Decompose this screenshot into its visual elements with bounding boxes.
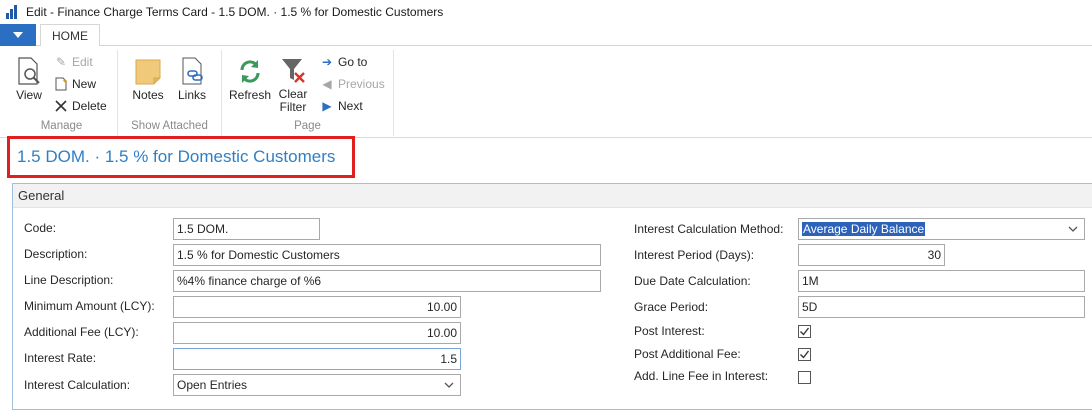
delete-button[interactable]: Delete <box>54 96 107 116</box>
ribbon: View ✎ Edit ✦ New Delete Manage Notes Li… <box>0 46 1092 138</box>
ribbon-tabstrip: HOME <box>0 24 1092 47</box>
window-titlebar: Edit - Finance Charge Terms Card - 1.5 D… <box>0 0 1092 24</box>
post-additional-fee-checkbox[interactable] <box>798 348 811 361</box>
additional-fee-label: Additional Fee (LCY): <box>24 325 139 339</box>
minimum-amount-field[interactable]: 10.00 <box>173 296 461 318</box>
interest-period-field[interactable]: 30 <box>798 244 945 266</box>
line-description-field[interactable]: %4% finance charge of %6 <box>173 270 601 292</box>
refresh-button[interactable]: Refresh <box>228 56 272 102</box>
group-label-manage: Manage <box>40 120 83 132</box>
next-button[interactable]: ▶ Next <box>320 96 363 116</box>
view-icon <box>15 56 43 86</box>
ribbon-group-page: Refresh Clear Filter ➔ Go to ◀ Previous … <box>222 50 394 136</box>
previous-button[interactable]: ◀ Previous <box>320 74 385 94</box>
pencil-icon: ✎ <box>55 55 67 69</box>
link-icon <box>178 56 206 86</box>
window-title: Edit - Finance Charge Terms Card - 1.5 D… <box>26 5 444 19</box>
close-icon <box>54 99 68 113</box>
page-title-box: 1.5 DOM. · 1.5 % for Domestic Customers <box>7 136 355 178</box>
interest-calc-method-value: Average Daily Balance <box>802 222 926 236</box>
links-label: Links <box>177 88 206 102</box>
code-label: Code: <box>24 221 57 235</box>
add-line-fee-checkbox[interactable] <box>798 371 811 384</box>
ribbon-group-manage: View ✎ Edit ✦ New Delete Manage <box>6 50 118 136</box>
line-description-label: Line Description: <box>24 273 114 287</box>
new-label: New <box>72 77 97 91</box>
grace-period-label: Grace Period: <box>634 300 709 314</box>
interest-rate-label: Interest Rate: <box>24 351 97 365</box>
edit-label: Edit <box>72 55 93 69</box>
new-document-icon: ✦ <box>54 77 68 91</box>
description-label: Description: <box>24 247 88 261</box>
page-title: 1.5 DOM. · 1.5 % for Domestic Customers <box>17 147 336 166</box>
tab-home[interactable]: HOME <box>40 24 100 47</box>
description-field[interactable]: 1.5 % for Domestic Customers <box>173 244 601 266</box>
due-date-calc-label: Due Date Calculation: <box>634 274 751 288</box>
refresh-icon <box>236 56 264 86</box>
general-fasttab-header[interactable]: General <box>13 184 1092 208</box>
add-line-fee-label: Add. Line Fee in Interest: <box>634 369 769 383</box>
group-label-show-attached: Show Attached <box>131 120 208 132</box>
post-interest-label: Post Interest: <box>634 324 705 338</box>
notes-label: Notes <box>132 88 164 102</box>
ribbon-group-show-attached: Notes Links Show Attached <box>118 50 222 136</box>
minimum-amount-label: Minimum Amount (LCY): <box>24 299 155 313</box>
checkmark-icon <box>800 327 810 336</box>
previous-label: Previous <box>338 77 385 91</box>
clear-filter-label-line2: Filter <box>279 100 307 114</box>
interest-rate-field[interactable]: 1.5 <box>173 348 461 370</box>
interest-period-label: Interest Period (Days): <box>634 248 755 262</box>
post-additional-fee-label: Post Additional Fee: <box>634 347 741 361</box>
interest-calculation-value: Open Entries <box>177 378 248 392</box>
links-button[interactable]: Links <box>174 56 210 102</box>
triangle-right-icon: ▶ <box>322 99 332 113</box>
edit-button[interactable]: ✎ Edit <box>54 52 93 72</box>
view-label: View <box>16 88 42 102</box>
delete-label: Delete <box>72 99 107 113</box>
notes-icon <box>134 56 162 86</box>
due-date-calc-field[interactable]: 1M <box>798 270 1085 292</box>
arrow-right-icon: ➔ <box>321 55 333 69</box>
app-menu-button[interactable] <box>0 24 36 46</box>
chevron-down-icon <box>444 378 454 395</box>
additional-fee-field[interactable]: 10.00 <box>173 322 461 344</box>
notes-button[interactable]: Notes <box>128 56 168 102</box>
caret-down-icon <box>13 32 23 38</box>
clear-filter-icon <box>279 56 307 86</box>
chevron-down-icon <box>1068 222 1078 239</box>
post-interest-checkbox[interactable] <box>798 325 811 338</box>
refresh-label: Refresh <box>228 88 272 102</box>
svg-text:✦: ✦ <box>62 78 67 85</box>
goto-label: Go to <box>338 55 368 69</box>
goto-button[interactable]: ➔ Go to <box>320 52 367 72</box>
interest-calculation-select[interactable]: Open Entries <box>173 374 461 396</box>
clear-filter-button[interactable]: Clear Filter <box>274 56 312 114</box>
new-button[interactable]: ✦ New <box>54 74 96 94</box>
code-field[interactable]: 1.5 DOM. <box>173 218 320 240</box>
view-button[interactable]: View <box>12 56 46 102</box>
interest-calc-method-label: Interest Calculation Method: <box>634 222 784 236</box>
grace-period-field[interactable]: 5D <box>798 296 1085 318</box>
app-logo-icon <box>6 5 20 19</box>
interest-calculation-label: Interest Calculation: <box>24 378 131 392</box>
checkmark-icon <box>800 350 810 359</box>
group-label-page: Page <box>294 120 321 132</box>
interest-calc-method-select[interactable]: Average Daily Balance <box>798 218 1085 240</box>
next-label: Next <box>338 99 363 113</box>
triangle-left-icon: ◀ <box>322 77 332 91</box>
